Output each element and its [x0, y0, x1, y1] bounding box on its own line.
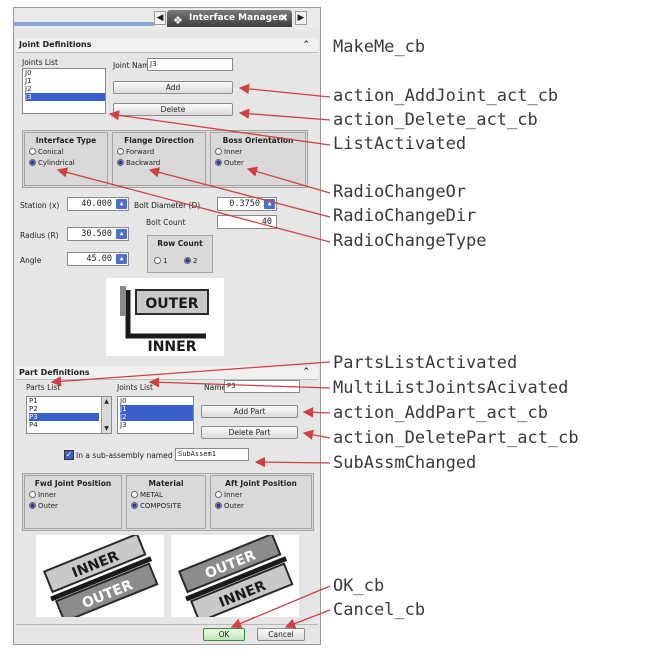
arrow-add-part [302, 407, 331, 418]
arrow-add-joint [238, 83, 331, 98]
arrow-radio-or [246, 166, 331, 194]
arrow-subassm [254, 456, 331, 468]
arrow-delete-part [302, 429, 331, 440]
arrow-list-activated [108, 110, 331, 146]
arrow-multilist-joints [148, 377, 331, 389]
arrow-delete-joint [238, 108, 331, 121]
arrow-radio-dir [148, 167, 331, 218]
annotation-arrows [50, 83, 331, 629]
arrow-ok [230, 585, 331, 629]
arrow-parts-list [50, 361, 331, 387]
arrow-cancel [284, 609, 331, 629]
